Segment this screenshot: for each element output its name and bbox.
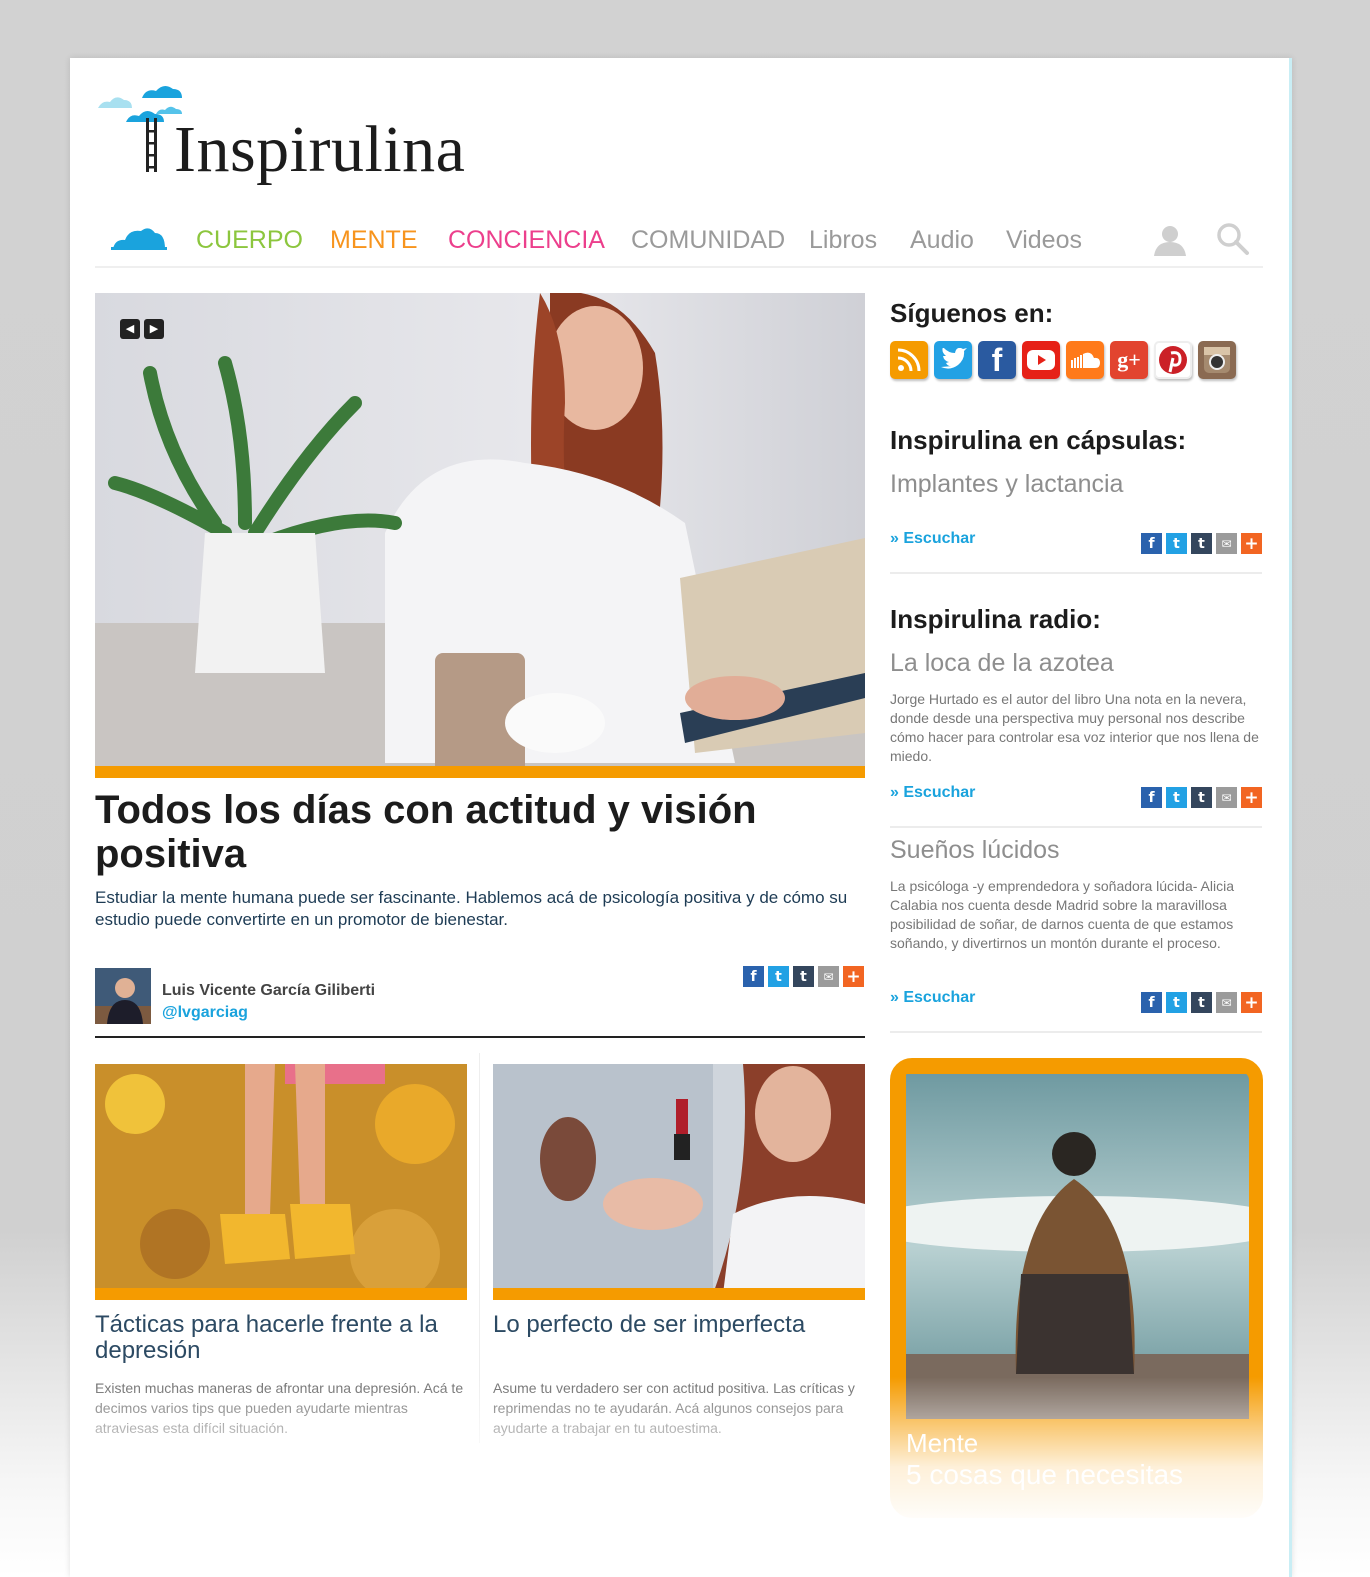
promo-title: 5 cosas que necesitas [906, 1459, 1184, 1490]
email-share-icon[interactable]: ✉ [1216, 787, 1237, 808]
social-icons: f g+ [890, 341, 1236, 379]
card-image-imperfecta[interactable] [493, 1064, 865, 1294]
cloud-icon[interactable] [111, 225, 167, 258]
capsules-heading: Inspirulina en cápsulas: [890, 425, 1187, 455]
radio-heading: Inspirulina radio: [890, 604, 1101, 634]
share-bar: f t t ✉ + [743, 966, 864, 987]
slider-prev-button[interactable]: ◀ [120, 319, 140, 339]
user-icon[interactable] [1152, 222, 1188, 263]
card-excerpt-imperfecta: Asume tu verdadero ser con actitud posit… [493, 1380, 855, 1436]
card-accent-bar [493, 1288, 865, 1300]
search-icon[interactable] [1216, 222, 1250, 261]
nav-item-audio[interactable]: Audio [910, 226, 974, 255]
hero-accent-bar [95, 766, 865, 778]
youtube-icon[interactable] [1022, 341, 1060, 379]
instagram-icon[interactable] [1198, 341, 1236, 379]
twitter-share-icon[interactable]: t [1166, 787, 1187, 808]
hero-title[interactable]: Todos los días con actitud y visión posi… [95, 788, 795, 876]
twitter-share-icon[interactable]: t [1166, 992, 1187, 1013]
tumblr-share-icon[interactable]: t [1191, 533, 1212, 554]
facebook-share-icon[interactable]: f [1141, 533, 1162, 554]
listen-link[interactable]: » Escuchar [890, 989, 975, 1007]
logo-text: Inspirulina [174, 113, 466, 186]
email-share-icon[interactable]: ✉ [1216, 533, 1237, 554]
promo-category: Mente [906, 1428, 979, 1458]
listen-link[interactable]: » Escuchar [890, 784, 975, 802]
hero-illustration [95, 293, 865, 778]
twitter-share-icon[interactable]: t [1166, 533, 1187, 554]
pinterest-icon[interactable] [1154, 341, 1192, 379]
more-share-icon[interactable]: + [1241, 787, 1262, 808]
slider-next-button[interactable]: ▶ [144, 319, 164, 339]
more-share-icon[interactable]: + [1241, 992, 1262, 1013]
rss-icon[interactable] [890, 341, 928, 379]
googleplus-icon[interactable]: g+ [1110, 341, 1148, 379]
author-block: Luis Vicente García Giliberti @lvgarciag… [95, 966, 865, 1038]
promo-card[interactable]: Mente 5 cosas que necesitas [890, 1058, 1263, 1518]
more-share-icon[interactable]: + [843, 966, 864, 987]
facebook-share-icon[interactable]: f [1141, 992, 1162, 1013]
tumblr-share-icon[interactable]: t [793, 966, 814, 987]
site-logo[interactable]: Inspirulina [96, 78, 516, 198]
sidebar-divider [890, 826, 1262, 828]
radio-item-title-link[interactable]: La loca de la azotea [890, 649, 1114, 678]
nav-item-videos[interactable]: Videos [1006, 226, 1082, 255]
page: Inspirulina CUERPO MENTE CONCIENCIA COMU… [70, 58, 1292, 1577]
share-bar: f t t ✉ + [1141, 533, 1262, 554]
more-share-icon[interactable]: + [1241, 533, 1262, 554]
facebook-share-icon[interactable]: f [1141, 787, 1162, 808]
card-title-imperfecta[interactable]: Lo perfecto de ser imperfecta [493, 1312, 865, 1338]
hero-excerpt: Estudiar la mente humana puede ser fasci… [95, 888, 848, 929]
tumblr-share-icon[interactable]: t [1191, 787, 1212, 808]
author-avatar[interactable] [95, 968, 151, 1024]
twitter-icon[interactable] [934, 341, 972, 379]
radio-item-title-link[interactable]: Sueños lúcidos [890, 836, 1060, 865]
share-bar: f t t ✉ + [1141, 787, 1262, 808]
soundcloud-icon[interactable] [1066, 341, 1104, 379]
promo-image [906, 1074, 1249, 1419]
facebook-share-icon[interactable]: f [743, 966, 764, 987]
nav-item-libros[interactable]: Libros [809, 226, 877, 255]
twitter-share-icon[interactable]: t [768, 966, 789, 987]
email-share-icon[interactable]: ✉ [818, 966, 839, 987]
card-excerpt-depresion: Existen muchas maneras de afrontar una d… [95, 1380, 464, 1436]
author-name: Luis Vicente García Giliberti [162, 982, 376, 999]
card-image-depresion[interactable] [95, 1064, 467, 1294]
radio-item-text: Jorge Hurtado es el autor del libro Una … [890, 691, 1259, 764]
nav-item-cuerpo[interactable]: CUERPO [196, 226, 303, 255]
capsule-title-link[interactable]: Implantes y lactancia [890, 470, 1123, 499]
author-handle-link[interactable]: @lvgarciag [162, 1004, 248, 1022]
column-divider [479, 1053, 480, 1443]
card-title-depresion[interactable]: Tácticas para hacerle frente a la depres… [95, 1312, 467, 1364]
radio-item-text: La psicóloga -y emprendedora y soñadora … [890, 878, 1234, 951]
email-share-icon[interactable]: ✉ [1216, 992, 1237, 1013]
share-bar: f t t ✉ + [1141, 992, 1262, 1013]
nav-item-comunidad[interactable]: COMUNIDAD [631, 226, 785, 255]
hero-image[interactable]: ◀ ▶ [95, 293, 865, 778]
sidebar-divider [890, 572, 1262, 574]
follow-heading: Síguenos en: [890, 298, 1054, 328]
nav-item-mente[interactable]: MENTE [330, 226, 418, 255]
sidebar-divider [890, 1031, 1262, 1033]
tumblr-share-icon[interactable]: t [1191, 992, 1212, 1013]
facebook-icon[interactable]: f [978, 341, 1016, 379]
card-accent-bar [95, 1288, 467, 1300]
listen-link[interactable]: » Escuchar [890, 530, 975, 548]
nav-item-conciencia[interactable]: CONCIENCIA [448, 226, 605, 255]
main-nav: CUERPO MENTE CONCIENCIA COMUNIDAD Libros… [95, 208, 1263, 268]
